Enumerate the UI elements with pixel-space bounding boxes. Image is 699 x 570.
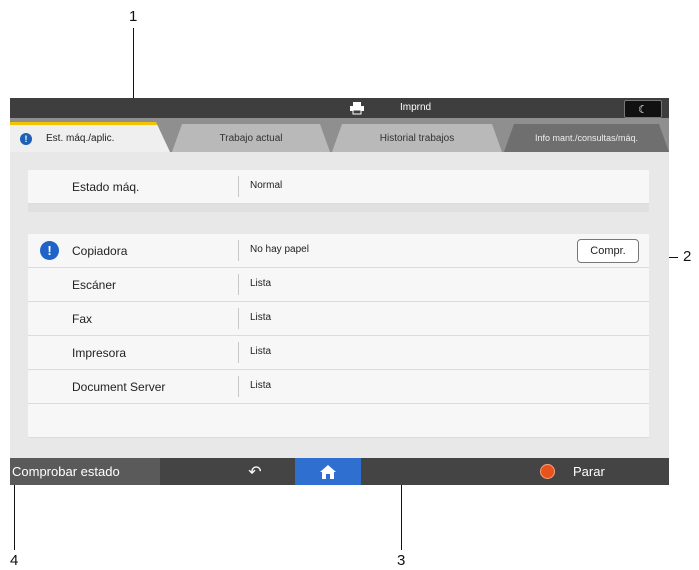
back-icon: ↶ [248, 463, 262, 481]
alert-badge-icon: ! [20, 133, 32, 145]
status-content: Estado máq. Normal ! Copiadora No hay pa… [10, 152, 669, 458]
printer-icon [350, 102, 364, 115]
check-button[interactable]: Compr. [577, 239, 639, 263]
home-icon [320, 464, 336, 479]
function-name: Escáner [72, 278, 117, 292]
function-row-copier: ! Copiadora No hay papel Compr. [28, 234, 649, 268]
callout-4: 4 [10, 552, 19, 569]
callout-3: 3 [397, 552, 406, 569]
tab-maintenance-info[interactable]: Info mant./consultas/máq. [504, 124, 669, 152]
column-separator [238, 240, 239, 261]
home-button[interactable] [295, 458, 361, 485]
function-status: Lista [250, 380, 272, 391]
callout-1: 1 [129, 8, 138, 25]
energy-saver-button[interactable]: ☾ [624, 100, 662, 118]
stop-button[interactable]: Parar [520, 458, 669, 485]
function-status: Lista [250, 278, 272, 289]
callout-2: 2 [683, 248, 692, 265]
function-status: Lista [250, 346, 272, 357]
column-separator [238, 308, 239, 329]
machine-status-label: Estado máq. [72, 180, 140, 194]
column-separator [238, 176, 239, 197]
tab-current-job[interactable]: Trabajo actual [172, 124, 330, 152]
function-name: Document Server [72, 380, 166, 394]
column-separator [238, 342, 239, 363]
machine-status-row: Estado máq. Normal [28, 170, 649, 204]
function-status: No hay papel [250, 244, 309, 255]
function-row-fax: Fax Lista [28, 302, 649, 336]
tab-label: Info mant./consultas/máq. [534, 133, 639, 143]
check-status-button[interactable]: Comprobar estado [10, 458, 160, 485]
column-separator [238, 274, 239, 295]
tab-machine-status[interactable]: ! Est. máq./aplic. [10, 122, 170, 152]
function-name: Impresora [72, 346, 127, 360]
function-status: Lista [250, 312, 272, 323]
machine-status-value: Normal [250, 180, 283, 191]
function-name: Fax [72, 312, 93, 326]
tab-label: Historial trabajos [379, 132, 455, 144]
function-row-partial [28, 404, 649, 438]
stop-icon [540, 464, 555, 479]
function-row-document-server: Document Server Lista [28, 370, 649, 404]
back-button[interactable]: ↶ [235, 458, 275, 485]
tab-label: Trabajo actual [219, 132, 283, 144]
stop-label: Parar [573, 464, 605, 479]
device-screen: Imprnd ☾ ! Est. máq./aplic. Trabajo actu… [10, 98, 669, 485]
tab-label: Est. máq./aplic. [46, 133, 115, 144]
function-row-scanner: Escáner Lista [28, 268, 649, 302]
function-name: Copiadora [72, 244, 128, 258]
bottom-bar: Comprobar estado ↶ Parar [10, 458, 669, 485]
moon-icon: ☾ [638, 103, 648, 116]
tab-bar: ! Est. máq./aplic. Trabajo actual Histor… [10, 118, 669, 152]
warning-icon: ! [40, 241, 59, 260]
top-status-bar: Imprnd ☾ [10, 98, 669, 118]
tab-job-history[interactable]: Historial trabajos [332, 124, 502, 152]
section-divider [28, 204, 649, 212]
printing-status-text: Imprnd [400, 102, 432, 113]
column-separator [238, 376, 239, 397]
function-row-printer: Impresora Lista [28, 336, 649, 370]
